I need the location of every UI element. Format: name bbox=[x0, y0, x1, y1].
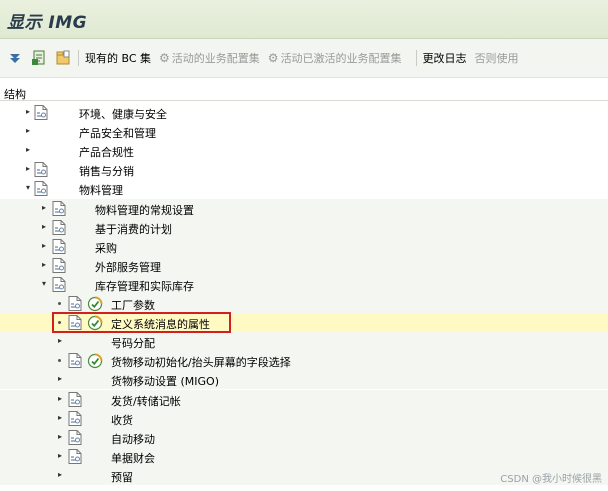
expand-arrow-icon[interactable]: ▸ bbox=[24, 164, 32, 174]
tree-node-label: 销售与分销 bbox=[79, 165, 134, 179]
leaf-bullet bbox=[58, 359, 61, 363]
title-bar: 显示 IMG bbox=[0, 0, 608, 39]
folder-icon[interactable] bbox=[54, 49, 72, 67]
bc-set-icon: ⚙ bbox=[267, 51, 279, 65]
documentation-icon[interactable] bbox=[68, 296, 82, 311]
tree-node[interactable]: ▸ 产品安全和管理 bbox=[0, 122, 608, 141]
collapse-arrow-icon[interactable]: ▾ bbox=[24, 183, 32, 193]
expand-arrow-icon[interactable]: ▸ bbox=[56, 394, 64, 404]
sub-tree-icon[interactable] bbox=[30, 49, 48, 67]
documentation-icon[interactable] bbox=[68, 410, 82, 426]
tree-node[interactable]: ▸ 自动移动 bbox=[0, 427, 608, 447]
tree-node-label: 自动移动 bbox=[111, 432, 155, 446]
activated-bc-sets-button[interactable]: ⚙ 活动的业务配置集 bbox=[159, 50, 260, 66]
bc-set-icon: ⚙ bbox=[159, 51, 170, 65]
tree-node-label: 产品安全和管理 bbox=[79, 127, 156, 141]
documentation-icon[interactable] bbox=[52, 219, 66, 235]
expand-arrow-icon[interactable]: ▸ bbox=[56, 336, 64, 346]
tree-node[interactable]: ▸ 单据财会 bbox=[0, 446, 608, 466]
tree-node-label: 预留 bbox=[111, 470, 133, 484]
toolbar: 现有的 BC 集 ⚙ 活动的业务配置集 ⚙ 活动已激活的业务配置集 更改日志 否… bbox=[0, 39, 608, 78]
expand-arrow-icon[interactable]: ▸ bbox=[24, 126, 32, 136]
documentation-icon[interactable] bbox=[52, 238, 66, 254]
tree-node[interactable]: ▸ 发货/转储记帐 bbox=[0, 389, 608, 409]
tree-node[interactable]: ▾ 库存管理和实际库存 bbox=[0, 274, 608, 294]
tree-node-label: 基于消费的计划 bbox=[95, 222, 172, 236]
expand-arrow-icon[interactable]: ▸ bbox=[56, 470, 64, 480]
expand-arrow-icon[interactable]: ▸ bbox=[56, 432, 64, 442]
documentation-icon[interactable] bbox=[68, 429, 82, 445]
tree-node-label: 产品合规性 bbox=[79, 146, 134, 160]
execute-activity-icon[interactable] bbox=[87, 353, 103, 369]
tree-node[interactable]: ▸ 货物移动设置 (MIGO) bbox=[0, 370, 608, 390]
window-title: 显示 IMG bbox=[7, 13, 88, 33]
tree-node[interactable]: ▾ 物料管理 bbox=[0, 179, 608, 198]
tree-node-label: 采购 bbox=[95, 241, 117, 255]
collapse-arrow-icon[interactable]: ▾ bbox=[40, 279, 48, 289]
change-log-button[interactable]: 更改日志 bbox=[423, 50, 467, 66]
tree-node-label: 外部服务管理 bbox=[95, 260, 161, 274]
documentation-icon[interactable] bbox=[52, 200, 66, 216]
documentation-icon[interactable] bbox=[68, 353, 82, 369]
tree-node[interactable]: ▸ 产品合规性 bbox=[0, 141, 608, 160]
tree-node-label: 工厂参数 bbox=[111, 299, 155, 312]
tree-node-label: 物料管理 bbox=[79, 184, 123, 198]
tree-node-label: 库存管理和实际库存 bbox=[95, 279, 194, 293]
toolbar-separator bbox=[415, 50, 417, 66]
documentation-icon[interactable] bbox=[34, 181, 48, 197]
tree-node-label: 发货/转储记帐 bbox=[111, 394, 181, 408]
expand-arrow-icon[interactable]: ▸ bbox=[24, 107, 32, 117]
expand-all-icon[interactable] bbox=[6, 49, 24, 67]
tree-node-label: 货物移动设置 (MIGO) bbox=[111, 375, 219, 389]
tree-node[interactable]: 货物移动初始化/抬头屏幕的字段选择 bbox=[0, 351, 608, 371]
activated-bc-sets-label: 活动的业务配置集 bbox=[171, 52, 260, 65]
tree-node-label: 收货 bbox=[111, 413, 133, 427]
watermark: CSDN @我小时候很黑 bbox=[500, 474, 602, 485]
documentation-icon[interactable] bbox=[52, 276, 66, 292]
existing-bc-sets-button[interactable]: 现有的 BC 集 bbox=[85, 50, 151, 66]
tree-node[interactable]: ▸ 号码分配 bbox=[0, 332, 608, 352]
expand-arrow-icon[interactable]: ▸ bbox=[56, 374, 64, 384]
expand-arrow-icon[interactable]: ▸ bbox=[56, 451, 64, 461]
documentation-icon[interactable] bbox=[68, 448, 82, 464]
expand-arrow-icon[interactable]: ▸ bbox=[40, 222, 48, 232]
expand-arrow-icon[interactable]: ▸ bbox=[40, 260, 48, 270]
changed-bc-sets-label: 活动已激活的业务配置集 bbox=[280, 52, 402, 65]
tree-node[interactable]: ▸ 收货 bbox=[0, 408, 608, 428]
toolbar-separator bbox=[78, 50, 79, 66]
tree-node[interactable]: ▸ 物料管理的常规设置 bbox=[0, 198, 608, 218]
otherwise-use-button[interactable]: 否则使用 bbox=[475, 50, 519, 66]
tree-node-label: 单据财会 bbox=[111, 451, 155, 465]
execute-activity-icon[interactable] bbox=[87, 296, 103, 312]
leaf-bullet bbox=[58, 302, 61, 305]
changed-bc-sets-button[interactable]: ⚙ 活动已激活的业务配置集 bbox=[268, 50, 402, 66]
tree-node-label: 物料管理的常规设置 bbox=[95, 203, 194, 217]
documentation-icon[interactable] bbox=[68, 391, 82, 407]
tree-node-label: 环境、健康与安全 bbox=[79, 108, 167, 121]
tree-node[interactable]: ▸ 基于消费的计划 bbox=[0, 217, 608, 237]
tree-node[interactable]: 工厂参数 bbox=[0, 294, 608, 313]
expand-arrow-icon[interactable]: ▸ bbox=[40, 241, 48, 251]
tree-node[interactable]: ▸ 采购 bbox=[0, 236, 608, 256]
documentation-icon[interactable] bbox=[52, 257, 66, 273]
expand-arrow-icon[interactable]: ▸ bbox=[24, 145, 32, 155]
documentation-icon[interactable] bbox=[34, 105, 48, 120]
documentation-icon[interactable] bbox=[34, 162, 48, 178]
expand-arrow-icon[interactable]: ▸ bbox=[56, 413, 64, 423]
tree-node-label: 货物移动初始化/抬头屏幕的字段选择 bbox=[111, 356, 291, 370]
tree-node-label: 号码分配 bbox=[111, 337, 155, 351]
selection-outline bbox=[52, 312, 231, 333]
tree-node[interactable]: ▸ 环境、健康与安全 bbox=[0, 103, 608, 122]
tree-node[interactable]: ▸ 外部服务管理 bbox=[0, 255, 608, 275]
tree-node[interactable]: ▸ 销售与分销 bbox=[0, 160, 608, 179]
expand-arrow-icon[interactable]: ▸ bbox=[40, 203, 48, 213]
